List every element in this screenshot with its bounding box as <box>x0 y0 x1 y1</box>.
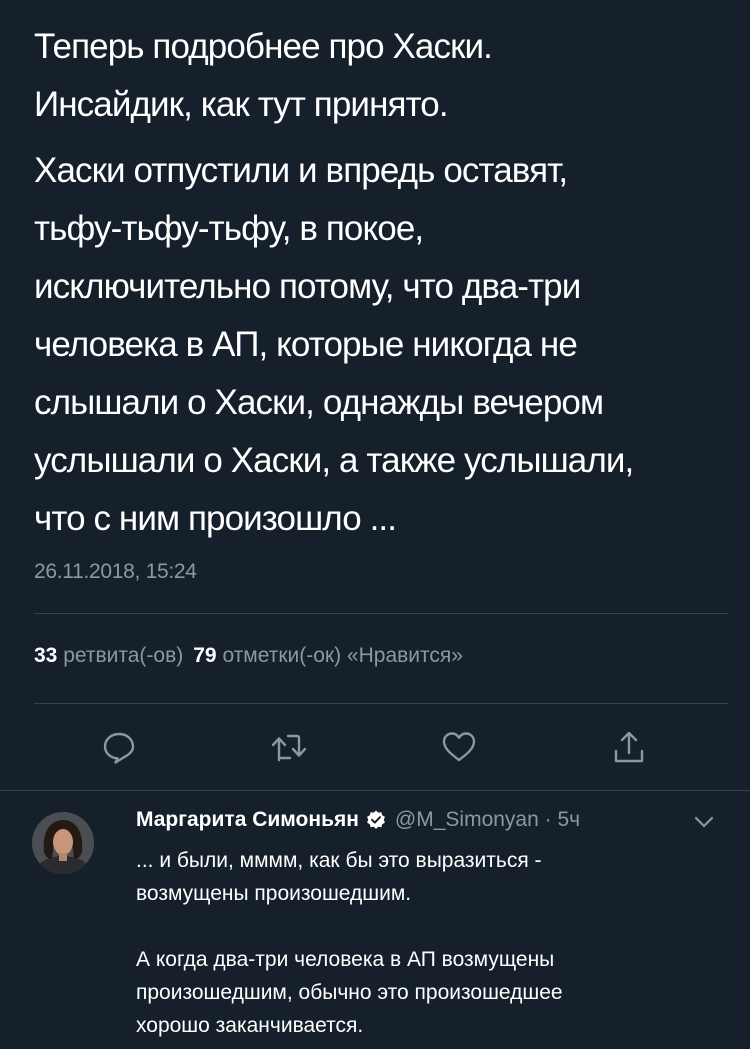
tweet-timestamp[interactable]: 26.11.2018, 15:24 <box>34 560 197 584</box>
tweet-line: исключительно потому, что два-три <box>34 267 581 306</box>
tweet-line: что с ним произошло ... <box>34 499 397 538</box>
like-button[interactable] <box>436 724 482 770</box>
tweet-stats: 33 ретвита(-ов) 79 отметки(-ок) «Нравится… <box>34 644 463 668</box>
likes-count: 79 <box>193 644 217 667</box>
tweet-line: человека в АП, которые никогда не <box>34 325 578 364</box>
reply-line: ... и были, мммм, как бы это выразиться … <box>136 849 542 872</box>
tweet-line: Инсайдик, как тут принято. <box>34 85 449 124</box>
tweet-paragraph-1: Теперь подробнее про Хаски. Инсайдик, ка… <box>34 18 724 134</box>
tweet-line: слышали о Хаски, однажды вечером <box>34 383 604 422</box>
verified-badge-icon <box>367 810 385 829</box>
retweets-stat[interactable]: 33 ретвита(-ов) <box>34 644 183 667</box>
reply-line: хорошо заканчивается. <box>136 1014 364 1037</box>
avatar-image <box>32 812 94 874</box>
reply-header: Маргарита Симоньян @M_Simonyan · 5ч <box>136 808 580 832</box>
retweet-icon <box>271 734 307 762</box>
reply-line: А когда два-три человека в АП возмущены <box>136 948 555 971</box>
tweet-line: Теперь подробнее про Хаски. <box>34 27 493 66</box>
reply-body: ... и были, мммм, как бы это выразиться … <box>136 844 726 1042</box>
likes-label: отметки(-ок) «Нравится» <box>222 644 463 667</box>
heart-icon <box>442 732 476 762</box>
reply-paragraph-1: ... и были, мммм, как бы это выразиться … <box>136 844 726 910</box>
tweet-line: тьфу-тьфу-тьфу, в покое, <box>34 209 424 248</box>
tweet-body: Теперь подробнее про Хаски. Инсайдик, ка… <box>34 18 724 548</box>
tweet-line: Хаски отпустили и впредь оставят, <box>34 151 568 190</box>
reply-icon <box>103 732 135 764</box>
share-icon <box>614 731 644 763</box>
tweet-line: услышали о Хаски, а также услышали, <box>34 441 634 480</box>
reply-handle[interactable]: @M_Simonyan · 5ч <box>395 808 580 832</box>
likes-stat[interactable]: 79 отметки(-ок) «Нравится» <box>193 644 463 667</box>
divider <box>34 613 728 614</box>
tweet-paragraph-2: Хаски отпустили и впредь оставят, тьфу-т… <box>34 142 724 548</box>
retweets-count: 33 <box>34 644 58 667</box>
reply-tweet[interactable]: Маргарита Симоньян @M_Simonyan · 5ч ... … <box>0 790 750 1049</box>
share-button[interactable] <box>606 724 652 770</box>
divider <box>34 703 728 704</box>
reply-author-name[interactable]: Маргарита Симоньян <box>136 808 359 832</box>
retweets-label: ретвита(-ов) <box>63 644 184 667</box>
retweet-button[interactable] <box>266 724 312 770</box>
reply-button[interactable] <box>96 724 142 770</box>
chevron-down-icon[interactable] <box>693 814 715 830</box>
reply-line: возмущены произошедшим. <box>136 882 412 905</box>
avatar[interactable] <box>32 812 94 874</box>
tweet-action-bar <box>0 724 750 770</box>
reply-paragraph-2: А когда два-три человека в АП возмущены … <box>136 943 726 1042</box>
reply-line: произошедшим, обычно это произошедшее <box>136 981 563 1004</box>
